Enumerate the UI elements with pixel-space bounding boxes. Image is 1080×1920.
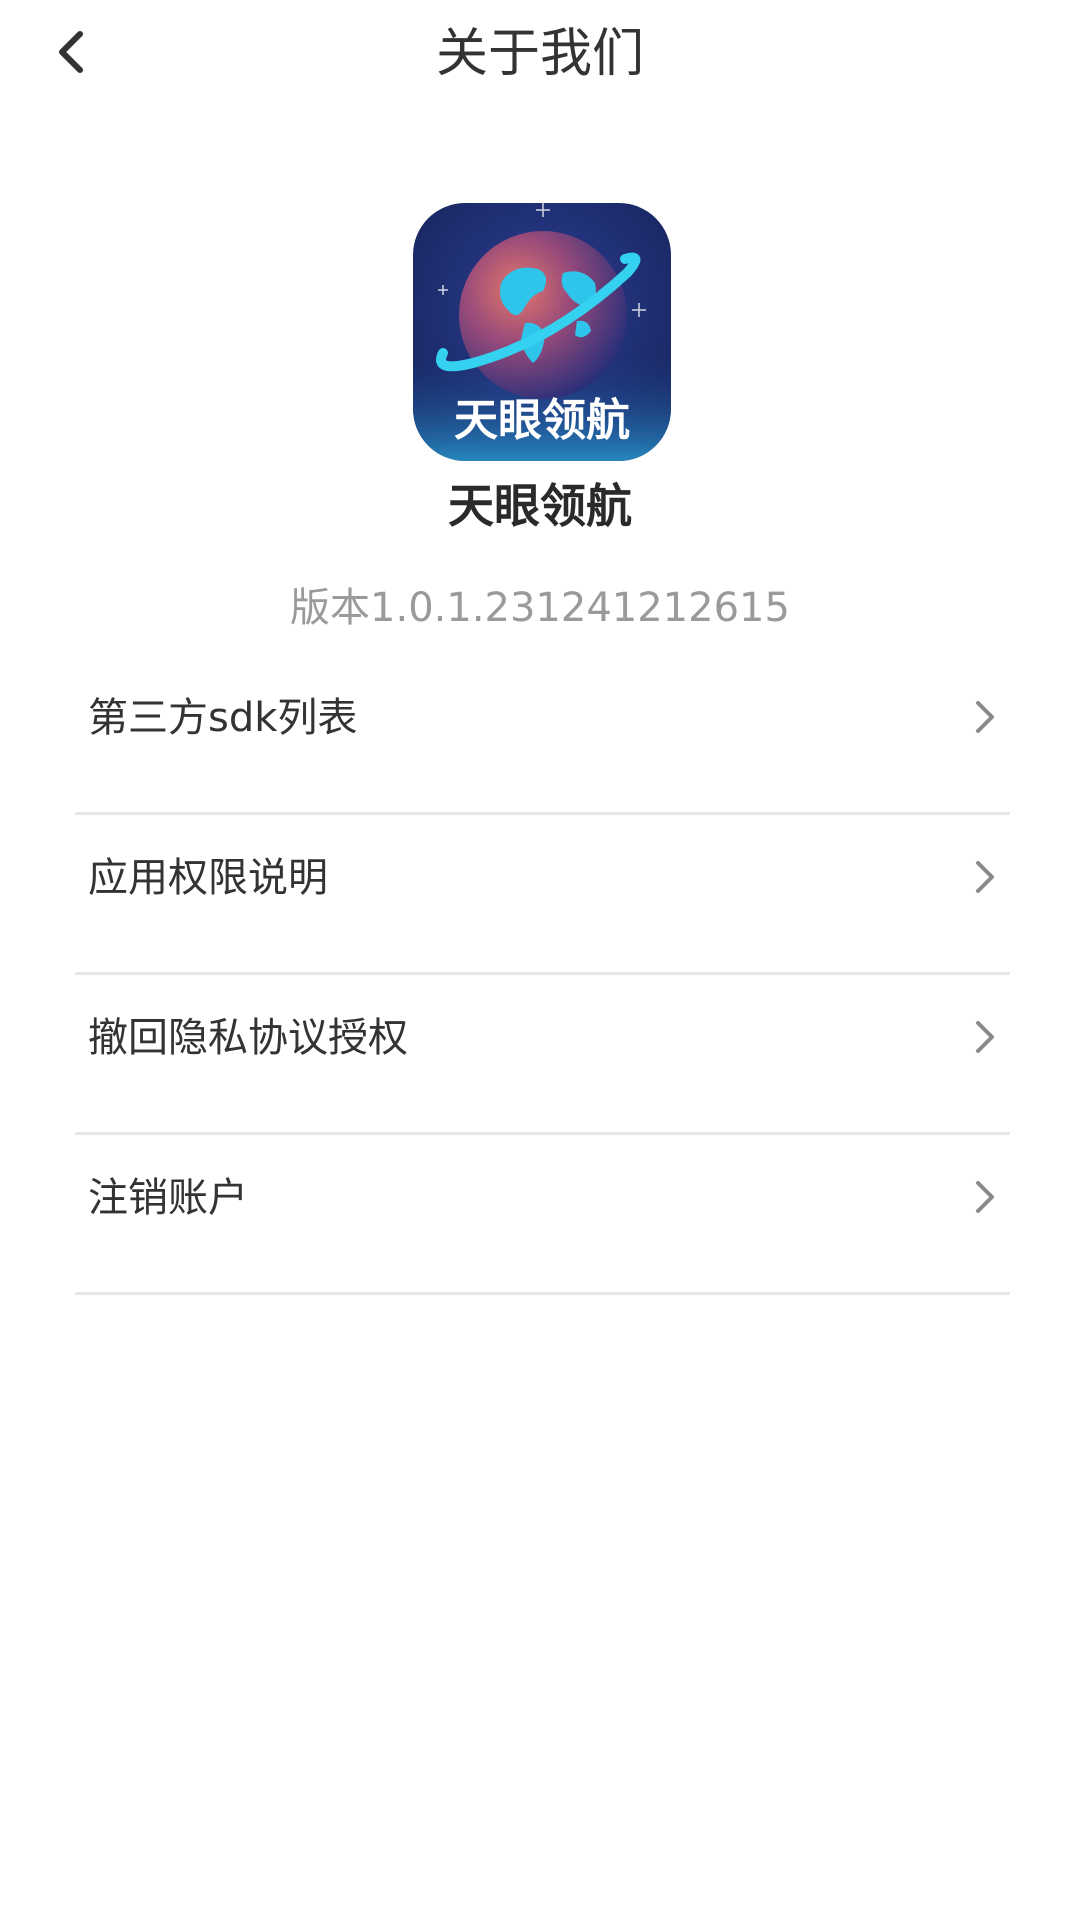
- app-logo: 天眼领航: [413, 203, 671, 461]
- app-name: 天眼领航: [448, 479, 632, 533]
- page-title: 关于我们: [435, 24, 644, 84]
- chevron-right-icon: [976, 1021, 994, 1053]
- menu-item-label: 注销账户: [88, 1175, 248, 1221]
- about-page: 关于我们 天眼领航 天眼领航 版本1.0.1.231241212615 第三方s…: [0, 0, 1080, 1920]
- menu-item-sdk-list[interactable]: 第三方sdk列表: [75, 655, 1010, 815]
- chevron-right-icon: [976, 701, 994, 733]
- menu-item-permissions[interactable]: 应用权限说明: [75, 815, 1010, 975]
- chevron-right-icon: [976, 1181, 994, 1213]
- logo-text: 天眼领航: [454, 395, 630, 446]
- settings-menu: 第三方sdk列表 应用权限说明 撤回隐私协议授权 注销账户: [75, 655, 1010, 1295]
- header-bar: 关于我们: [0, 0, 1080, 110]
- chevron-right-icon: [976, 861, 994, 893]
- menu-item-label: 第三方sdk列表: [88, 695, 358, 741]
- menu-item-delete-account[interactable]: 注销账户: [75, 1135, 1010, 1295]
- menu-item-revoke-privacy[interactable]: 撤回隐私协议授权: [75, 975, 1010, 1135]
- menu-item-label: 应用权限说明: [88, 855, 328, 901]
- version-text: 版本1.0.1.231241212615: [290, 585, 790, 631]
- menu-item-label: 撤回隐私协议授权: [88, 1015, 408, 1061]
